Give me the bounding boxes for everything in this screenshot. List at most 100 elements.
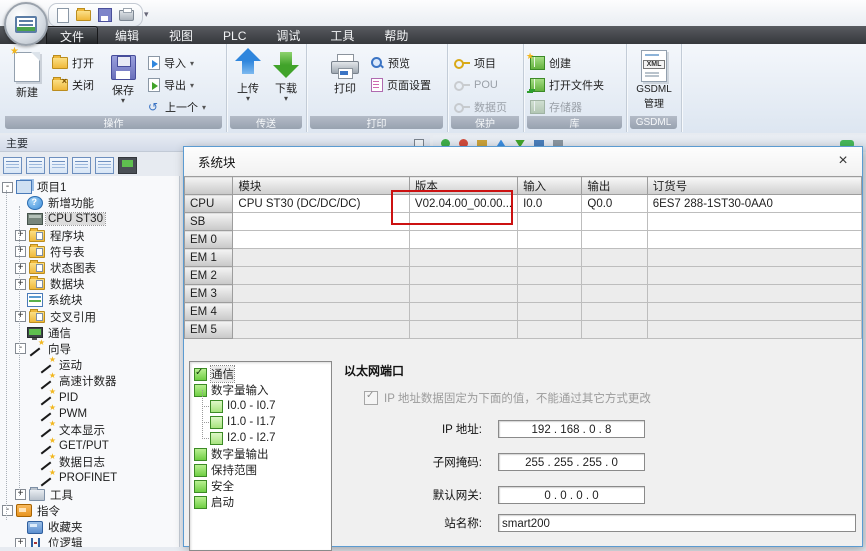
download-button[interactable]: 下载 ▾: [269, 48, 303, 114]
input-cell[interactable]: [518, 303, 582, 321]
menu-tab[interactable]: 帮助: [371, 26, 421, 44]
menu-tab[interactable]: 编辑: [102, 26, 152, 44]
preview-button[interactable]: 预览: [371, 54, 410, 72]
table-icon[interactable]: [26, 157, 45, 174]
order-cell[interactable]: 6ES7 288-1ST30-0AA0: [647, 195, 861, 213]
open-button[interactable]: 打开: [52, 54, 94, 72]
export-button[interactable]: 导出▾: [148, 76, 194, 94]
output-cell[interactable]: [582, 213, 647, 231]
save-file-icon[interactable]: [98, 8, 112, 22]
tree-item[interactable]: PID: [0, 389, 179, 405]
version-cell[interactable]: V02.04.00_00.00...: [409, 195, 517, 213]
tree-item[interactable]: +数据块: [0, 276, 179, 292]
option-item[interactable]: 数字量输出: [194, 446, 329, 462]
tree-item[interactable]: 通信: [0, 325, 179, 341]
expander-icon[interactable]: +: [15, 279, 26, 290]
version-cell[interactable]: [409, 267, 517, 285]
open-file-icon[interactable]: [76, 10, 91, 21]
window-icon[interactable]: [3, 157, 22, 174]
output-cell[interactable]: [582, 303, 647, 321]
order-cell[interactable]: [647, 267, 861, 285]
output-cell[interactable]: [582, 321, 647, 339]
version-cell[interactable]: [409, 213, 517, 231]
version-cell[interactable]: [409, 285, 517, 303]
tree-item[interactable]: 文本显示: [0, 422, 179, 438]
version-cell[interactable]: [409, 303, 517, 321]
print-icon[interactable]: [119, 10, 134, 21]
option-item[interactable]: I1.0 - I1.7: [210, 414, 329, 430]
input-cell[interactable]: [518, 213, 582, 231]
app-menu-button[interactable]: [4, 2, 48, 46]
expander-icon[interactable]: +: [15, 538, 26, 547]
book-icon[interactable]: [49, 157, 68, 174]
input-cell[interactable]: [518, 249, 582, 267]
option-item[interactable]: I2.0 - I2.7: [210, 430, 329, 446]
output-cell[interactable]: Q0.0: [582, 195, 647, 213]
tree-item[interactable]: CPU ST30: [0, 211, 179, 227]
output-cell[interactable]: [582, 249, 647, 267]
module-cell[interactable]: [233, 213, 410, 231]
module-cell[interactable]: CPU ST30 (DC/DC/DC): [233, 195, 410, 213]
option-icon[interactable]: [210, 432, 223, 445]
expander-icon[interactable]: -: [2, 505, 13, 516]
module-cell[interactable]: [233, 303, 410, 321]
output-cell[interactable]: [582, 267, 647, 285]
module-cell[interactable]: [233, 267, 410, 285]
tree-item[interactable]: PWM: [0, 406, 179, 422]
tree-item[interactable]: -向导: [0, 341, 179, 357]
option-item[interactable]: 保持范围: [194, 462, 329, 478]
expander-icon[interactable]: -: [15, 343, 26, 354]
expander-icon[interactable]: +: [15, 311, 26, 322]
version-cell[interactable]: [409, 321, 517, 339]
gsdml-manage-button[interactable]: GSDML 管理: [632, 48, 676, 114]
option-icon[interactable]: [194, 464, 207, 477]
checked-option-icon[interactable]: [194, 368, 207, 381]
option-icon[interactable]: [210, 416, 223, 429]
menu-tab[interactable]: 调试: [263, 26, 313, 44]
print-button[interactable]: 打印: [325, 48, 365, 114]
expander-icon[interactable]: +: [15, 246, 26, 257]
save-button[interactable]: 保存 ▾: [102, 48, 144, 114]
new-file-icon[interactable]: [57, 8, 69, 23]
menu-tab[interactable]: PLC: [210, 26, 259, 44]
option-icon[interactable]: [194, 480, 207, 493]
order-cell[interactable]: [647, 285, 861, 303]
option-item[interactable]: 安全: [194, 478, 329, 494]
module-cell[interactable]: [233, 231, 410, 249]
tree-item[interactable]: +位逻辑: [0, 535, 179, 547]
tree-item[interactable]: PROFINET: [0, 470, 179, 486]
tree-item[interactable]: 收藏夹: [0, 519, 179, 535]
order-cell[interactable]: [647, 213, 861, 231]
tree-item[interactable]: 系统块: [0, 292, 179, 308]
tree-item[interactable]: GET/PUT: [0, 438, 179, 454]
previous-button[interactable]: ↺ 上一个▾: [148, 98, 206, 116]
input-cell[interactable]: [518, 285, 582, 303]
tree-item[interactable]: 运动: [0, 357, 179, 373]
subnet-mask-field[interactable]: 255 . 255 . 255 . 0: [498, 453, 645, 471]
module-cell[interactable]: [233, 249, 410, 267]
import-button[interactable]: 导入▾: [148, 54, 194, 72]
menu-tab[interactable]: 文件: [46, 26, 98, 44]
order-cell[interactable]: [647, 321, 861, 339]
ip-address-field[interactable]: 192 . 168 . 0 . 8: [498, 420, 645, 438]
page-setup-button[interactable]: 页面设置: [371, 76, 431, 94]
menu-tab[interactable]: 视图: [156, 26, 206, 44]
expander-icon[interactable]: +: [15, 263, 26, 274]
tree-item[interactable]: -指令: [0, 503, 179, 519]
dialog-close-button[interactable]: ×: [832, 150, 854, 172]
module-cell[interactable]: [233, 321, 410, 339]
menu-tab[interactable]: 工具: [317, 26, 367, 44]
option-item[interactable]: I0.0 - I0.7: [210, 398, 329, 414]
expander-icon[interactable]: -: [2, 182, 13, 193]
close-button[interactable]: 关闭: [52, 76, 94, 94]
option-item[interactable]: 数字量输入: [194, 382, 329, 398]
tree-item[interactable]: +状态图表: [0, 260, 179, 276]
library-open-folder-button[interactable]: 打开文件夹: [530, 76, 604, 94]
new-button[interactable]: 新建: [6, 48, 48, 114]
output-cell[interactable]: [582, 231, 647, 249]
version-cell[interactable]: [409, 249, 517, 267]
default-gateway-field[interactable]: 0 . 0 . 0 . 0: [498, 486, 645, 504]
input-cell[interactable]: I0.0: [518, 195, 582, 213]
upload-button[interactable]: 上传 ▾: [231, 48, 265, 114]
option-icon[interactable]: [210, 400, 223, 413]
